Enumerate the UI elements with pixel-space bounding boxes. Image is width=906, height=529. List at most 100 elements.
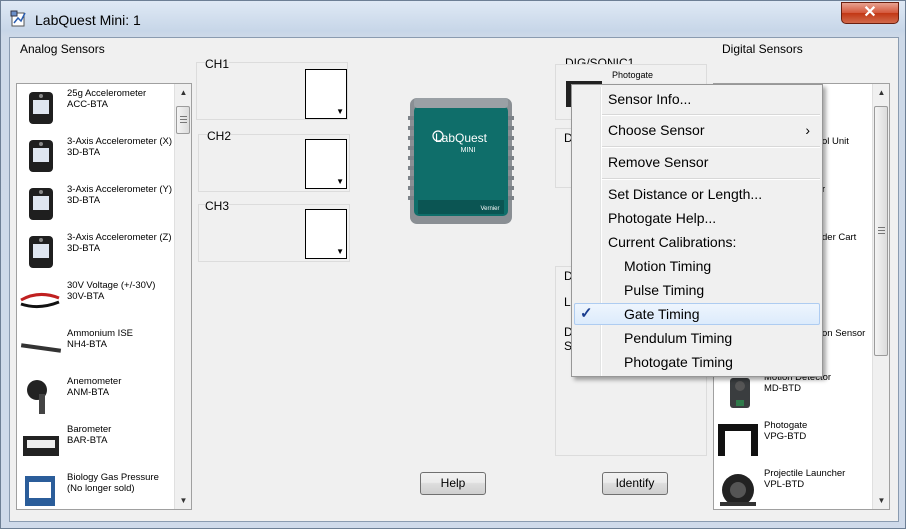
photogate-icon <box>718 424 758 456</box>
sensor-name: 3-Axis Accelerometer (Z) <box>67 232 172 243</box>
sensor-code: VPG-BTD <box>764 431 807 442</box>
menu-separator <box>602 146 820 148</box>
digital-scrollbar[interactable]: ▲ ▼ <box>872 84 889 509</box>
sensor-name: 30V Voltage (+/-30V) <box>67 280 156 291</box>
menu-item-sensor-info[interactable]: Sensor Info... <box>572 87 822 111</box>
sensor-code: ANM-BTA <box>67 387 110 398</box>
sensor-name: Biology Gas Pressure <box>67 472 159 483</box>
digital-item-partial-1[interactable]: ol Unit <box>822 136 849 147</box>
sensor-code: 30V-BTA <box>67 291 105 302</box>
checkmark-icon: ✓ <box>580 305 593 322</box>
menu-item-label: Photogate Help... <box>608 210 717 226</box>
accelerometer-icon <box>29 92 53 124</box>
list-item[interactable]: Photogate VPG-BTD <box>714 416 874 464</box>
sensor-code: MD-BTD <box>764 383 801 394</box>
window-title: LabQuest Mini: 1 <box>35 12 141 28</box>
sensor-code: BAR-BTA <box>67 435 108 446</box>
list-item[interactable]: Ammonium ISE NH4-BTA <box>17 324 177 372</box>
voltage-probe-icon <box>20 293 60 309</box>
sensor-name: Projectile Launcher <box>764 468 846 479</box>
menu-item-motion-timing[interactable]: Motion Timing <box>572 254 822 278</box>
ch1-panel: CH1 ▼ <box>196 57 348 120</box>
menu-item-label: Pulse Timing <box>624 282 705 298</box>
help-button[interactable]: Help <box>420 472 486 495</box>
slot-dropdown-icon: ▼ <box>336 247 344 256</box>
list-item[interactable]: 3-Axis Accelerometer (X) 3D-BTA <box>17 132 177 180</box>
scroll-down-arrow-icon[interactable]: ▼ <box>873 492 889 509</box>
sensor-code: NH4-BTA <box>67 339 107 350</box>
menu-item-pendulum-timing[interactable]: Pendulum Timing <box>572 326 822 350</box>
digital-item-partial-3[interactable]: der Cart <box>822 232 856 243</box>
menu-item-label: Choose Sensor <box>608 122 705 138</box>
submenu-arrow-icon: › <box>805 122 810 138</box>
motion-detector-icon <box>730 378 750 408</box>
dig1-sensor-name: Photogate <box>612 70 654 80</box>
scroll-up-arrow-icon[interactable]: ▲ <box>175 84 191 101</box>
menu-separator <box>602 114 820 116</box>
analog-sensors-label: Analog Sensors <box>20 42 105 56</box>
ise-probe-icon <box>20 343 62 353</box>
sensor-name: 3-Axis Accelerometer (X) <box>67 136 173 147</box>
ch3-panel: CH3 ▼ <box>198 199 350 262</box>
sensor-name: 3-Axis Accelerometer (Y) <box>67 184 173 195</box>
anemometer-icon <box>27 380 47 414</box>
menu-item-pulse-timing[interactable]: Pulse Timing <box>572 278 822 302</box>
ch2-panel: CH2 ▼ <box>198 129 350 192</box>
digital-scroll-thumb[interactable] <box>874 106 888 356</box>
analog-scroll-thumb[interactable] <box>176 106 190 134</box>
accelerometer-icon <box>29 236 53 268</box>
menu-item-label: Sensor Info... <box>608 91 692 107</box>
menu-item-gate-timing[interactable]: ✓ Gate Timing <box>572 302 822 326</box>
list-item[interactable]: 25g Accelerometer ACC-BTA <box>17 84 177 132</box>
digital-sensors-label: Digital Sensors <box>722 42 803 56</box>
scroll-up-arrow-icon[interactable]: ▲ <box>873 84 889 101</box>
list-item[interactable]: 3-Axis Accelerometer (Z) 3D-BTA <box>17 228 177 276</box>
menu-item-label: Pendulum Timing <box>624 330 733 346</box>
sensor-context-menu: Sensor Info... Choose Sensor › Remove Se… <box>571 84 823 377</box>
menu-item-remove-sensor[interactable]: Remove Sensor <box>572 150 822 174</box>
menu-item-set-distance[interactable]: Set Distance or Length... <box>572 182 822 206</box>
sensor-name: Barometer <box>67 424 112 435</box>
ch3-sensor-slot[interactable]: ▼ <box>305 209 347 259</box>
sensor-name: Ammonium ISE <box>67 328 133 339</box>
menu-item-choose-sensor[interactable]: Choose Sensor › <box>572 118 822 142</box>
menu-item-label: Photogate Timing <box>624 354 733 370</box>
analog-scrollbar[interactable]: ▲ ▼ <box>174 84 191 509</box>
list-item[interactable]: 3-Axis Accelerometer (Y) 3D-BTA <box>17 180 177 228</box>
sensor-code: (No longer sold) <box>67 483 135 494</box>
sensor-code: ACC-BTA <box>67 99 108 110</box>
list-item[interactable]: 30V Voltage (+/-30V) 30V-BTA <box>17 276 177 324</box>
labquest-app-icon <box>10 10 26 27</box>
accelerometer-icon <box>29 188 53 220</box>
identify-button[interactable]: Identify <box>602 472 668 495</box>
sensor-code: VPL-BTD <box>764 479 805 490</box>
sensor-code: 3D-BTA <box>67 147 101 158</box>
close-button[interactable]: ✕ <box>841 2 899 24</box>
sensor-code: 3D-BTA <box>67 243 101 254</box>
list-item[interactable]: Biology Gas Pressure (No longer sold) <box>17 468 177 509</box>
digital-item-partial-4[interactable]: on Sensor <box>822 328 865 339</box>
device-model-label: MINI <box>461 147 476 154</box>
slot-dropdown-icon: ▼ <box>336 177 344 186</box>
menu-item-photogate-help[interactable]: Photogate Help... <box>572 206 822 230</box>
close-icon: ✕ <box>863 4 877 21</box>
barometer-icon <box>23 436 59 456</box>
ch1-label: CH1 <box>205 57 230 71</box>
scroll-down-arrow-icon[interactable]: ▼ <box>175 492 191 509</box>
labquest-mini-device: LabQuest MINI Vernier <box>408 98 514 224</box>
sensor-name: Anemometer <box>67 376 122 387</box>
menu-item-label: Gate Timing <box>624 306 700 322</box>
list-item[interactable]: Anemometer ANM-BTA <box>17 372 177 420</box>
ch2-sensor-slot[interactable]: ▼ <box>305 139 347 189</box>
sensor-name: 25g Accelerometer <box>67 88 147 99</box>
ch1-sensor-slot[interactable]: ▼ <box>305 69 347 119</box>
list-item[interactable]: Barometer BAR-BTA <box>17 420 177 468</box>
list-item[interactable]: Projectile Launcher VPL-BTD <box>714 464 874 509</box>
analog-sensor-list[interactable]: 25g Accelerometer ACC-BTA 3-Axis Accelerom… <box>16 83 192 510</box>
accelerometer-icon <box>29 140 53 172</box>
menu-item-label: Current Calibrations: <box>608 234 737 250</box>
menu-item-photogate-timing[interactable]: Photogate Timing <box>572 350 822 374</box>
menu-item-label: Remove Sensor <box>608 154 709 170</box>
ch3-label: CH3 <box>205 199 230 213</box>
ch2-label: CH2 <box>207 129 232 143</box>
